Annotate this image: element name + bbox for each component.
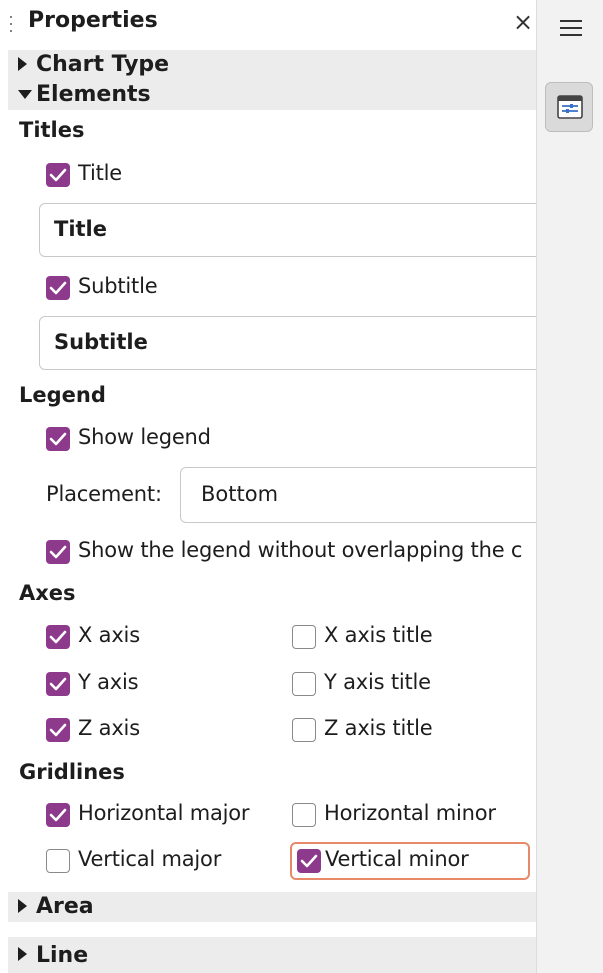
z-axis-title-checkbox[interactable] [292, 718, 316, 742]
x-axis-checkbox[interactable] [46, 625, 70, 649]
section-line[interactable]: Line [8, 937, 536, 973]
z-axis-label: Z axis [78, 716, 140, 740]
vertical-minor-label: Vertical minor [325, 847, 469, 871]
y-axis-title-label: Y axis title [324, 670, 431, 694]
close-icon[interactable]: × [513, 8, 533, 36]
section-area[interactable]: Area [8, 892, 536, 922]
title-checkbox-label: Title [78, 161, 123, 185]
placement-select[interactable]: Bottom [180, 467, 536, 523]
drag-grip-icon[interactable] [8, 14, 14, 38]
title-input[interactable]: Title [39, 203, 536, 257]
vertical-major-label: Vertical major [78, 847, 222, 871]
placement-label: Placement: [46, 482, 162, 506]
checkmark-icon [49, 168, 67, 182]
expand-right-icon [18, 947, 27, 961]
checkmark-icon [49, 808, 67, 822]
y-axis-label: Y axis [78, 670, 139, 694]
checkmark-icon [49, 677, 67, 691]
x-axis-title-label: X axis title [324, 623, 433, 647]
checkmark-icon [49, 723, 67, 737]
group-axes-heading: Axes [19, 581, 76, 605]
x-axis-label: X axis [78, 623, 140, 647]
checkmark-icon [49, 281, 67, 295]
horizontal-major-checkbox[interactable] [46, 803, 70, 827]
panel-title: Properties [28, 8, 158, 33]
vertical-major-checkbox[interactable] [46, 849, 70, 873]
section-elements-label: Elements [36, 82, 151, 107]
checkmark-icon [49, 545, 67, 559]
legend-no-overlap-checkbox[interactable] [46, 540, 70, 564]
section-chart-type[interactable]: Chart Type [8, 50, 536, 80]
show-legend-checkbox[interactable] [46, 427, 70, 451]
subtitle-checkbox[interactable] [46, 276, 70, 300]
z-axis-checkbox[interactable] [46, 718, 70, 742]
checkmark-icon [49, 630, 67, 644]
sidebar-deck-bar [536, 0, 603, 973]
properties-deck-icon [557, 95, 583, 119]
section-line-label: Line [36, 943, 89, 968]
y-axis-checkbox[interactable] [46, 672, 70, 696]
subtitle-checkbox-label: Subtitle [78, 274, 158, 298]
section-chart-type-label: Chart Type [36, 52, 170, 77]
group-gridlines-heading: Gridlines [19, 760, 125, 784]
horizontal-minor-checkbox[interactable] [292, 803, 316, 827]
expand-right-icon [18, 57, 27, 71]
vertical-minor-checkbox[interactable] [297, 849, 321, 873]
collapse-down-icon [18, 90, 32, 99]
placement-select-value: Bottom [201, 482, 279, 506]
horizontal-minor-label: Horizontal minor [324, 801, 496, 825]
properties-deck-button[interactable] [545, 82, 593, 132]
section-area-label: Area [36, 894, 94, 919]
properties-panel: Properties × Chart Type Elements Titles … [8, 0, 536, 973]
subtitle-input-value: Subtitle [54, 330, 148, 354]
horizontal-major-label: Horizontal major [78, 801, 250, 825]
expand-right-icon [18, 899, 27, 913]
title-checkbox[interactable] [46, 163, 70, 187]
show-legend-label: Show legend [78, 425, 211, 449]
subtitle-input[interactable]: Subtitle [39, 316, 536, 370]
x-axis-title-checkbox[interactable] [292, 625, 316, 649]
checkmark-icon [300, 854, 318, 868]
hamburger-menu-icon[interactable] [560, 20, 582, 41]
checkmark-icon [49, 432, 67, 446]
legend-no-overlap-label: Show the legend without overlapping the … [78, 538, 523, 562]
title-input-value: Title [54, 217, 108, 241]
group-legend-heading: Legend [19, 383, 106, 407]
y-axis-title-checkbox[interactable] [292, 672, 316, 696]
section-elements[interactable]: Elements [8, 80, 536, 110]
group-titles-heading: Titles [19, 118, 85, 142]
z-axis-title-label: Z axis title [324, 716, 433, 740]
